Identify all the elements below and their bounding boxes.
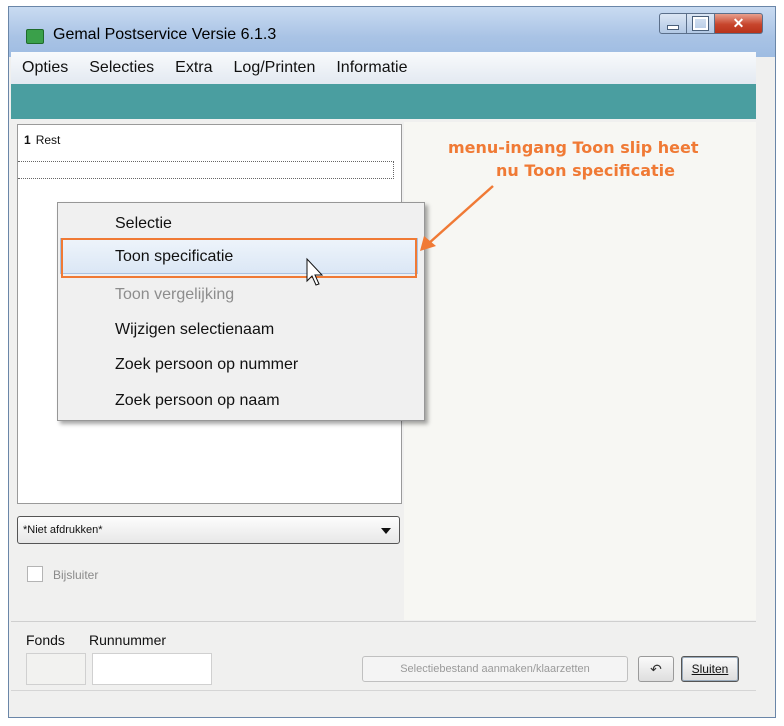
menu-item-zoek-op-naam[interactable]: Zoek persoon op naam bbox=[115, 392, 280, 410]
close-window-button[interactable]: ✕ bbox=[715, 13, 763, 34]
context-menu: Selectie Toon specificatie Toon vergelij… bbox=[57, 202, 425, 421]
minimize-button[interactable] bbox=[659, 13, 687, 34]
row-label: Rest bbox=[35, 133, 61, 147]
sluiten-label: Sluiten bbox=[691, 662, 729, 676]
annotation-line-2: nu Toon specificatie bbox=[496, 161, 676, 180]
annotation-line-1: menu-ingang Toon slip heet bbox=[448, 138, 699, 157]
close-icon: ✕ bbox=[732, 15, 745, 31]
annotation-text: menu-ingang Toon slip heet nu Toon speci… bbox=[448, 136, 758, 182]
footer-panel: Fonds Runnummer Selectiebestand aanmaken… bbox=[11, 621, 756, 690]
menu-item-selectie[interactable]: Selectie bbox=[115, 215, 172, 233]
annotation-highlight-box bbox=[61, 238, 417, 278]
minimize-icon bbox=[667, 25, 679, 30]
row-number: 1 bbox=[24, 133, 31, 147]
menu-opties[interactable]: Opties bbox=[11, 59, 78, 77]
sluiten-button[interactable]: Sluiten bbox=[681, 656, 739, 682]
fonds-field[interactable] bbox=[26, 653, 86, 685]
fonds-label: Fonds bbox=[26, 632, 65, 648]
undo-icon: ↶ bbox=[650, 660, 662, 677]
maximize-button[interactable] bbox=[687, 13, 715, 34]
menu-item-toon-vergelijking: Toon vergelijking bbox=[115, 286, 235, 303]
selectiebestand-button[interactable]: Selectiebestand aanmaken/klaarzetten bbox=[362, 656, 628, 682]
menu-informatie[interactable]: Informatie bbox=[325, 59, 417, 77]
window-title: Gemal Postservice Versie 6.1.3 bbox=[53, 26, 277, 43]
runnummer-label: Runnummer bbox=[89, 632, 167, 648]
focus-row[interactable] bbox=[18, 161, 394, 179]
menu-bar: Opties Selecties Extra Log/Printen Infor… bbox=[11, 52, 756, 84]
bijsluiter-checkbox[interactable] bbox=[27, 566, 43, 582]
undo-button[interactable]: ↶ bbox=[638, 656, 674, 682]
print-select[interactable]: *Niet afdrukken* bbox=[17, 516, 400, 544]
app-icon bbox=[26, 29, 44, 44]
toolbar-band bbox=[11, 84, 756, 119]
detail-pane bbox=[404, 122, 756, 620]
title-bar[interactable]: Gemal Postservice Versie 6.1.3 ✕ bbox=[9, 7, 775, 57]
list-item[interactable]: 1 Rest bbox=[24, 133, 60, 147]
status-bar bbox=[11, 690, 756, 708]
chevron-down-icon bbox=[381, 528, 391, 534]
menu-selecties[interactable]: Selecties bbox=[78, 59, 164, 77]
menu-item-wijzigen-selectienaam[interactable]: Wijzigen selectienaam bbox=[115, 321, 274, 339]
maximize-icon bbox=[693, 17, 708, 30]
print-select-value: *Niet afdrukken* bbox=[23, 524, 103, 536]
menu-log-printen[interactable]: Log/Printen bbox=[223, 59, 326, 77]
menu-item-zoek-op-nummer[interactable]: Zoek persoon op nummer bbox=[115, 356, 298, 374]
bijsluiter-label: Bijsluiter bbox=[53, 568, 99, 582]
runnummer-field[interactable] bbox=[92, 653, 212, 685]
menu-extra[interactable]: Extra bbox=[164, 59, 222, 77]
